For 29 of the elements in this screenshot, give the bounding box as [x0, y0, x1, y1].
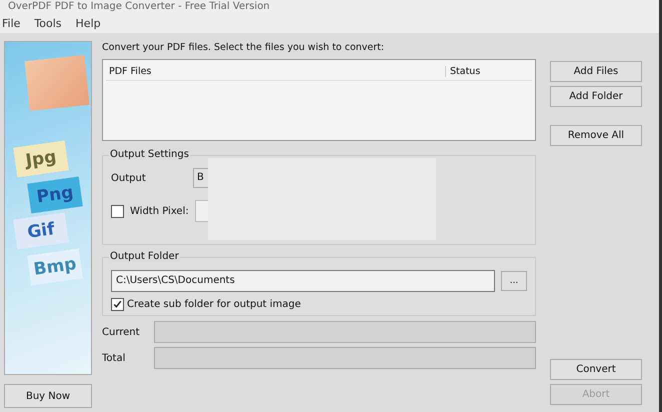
width-pixel-label: Width Pixel: — [130, 206, 189, 216]
progress-label: Current — [102, 326, 141, 338]
pdf-document-icon — [24, 55, 90, 111]
progress-label: Total — [102, 352, 126, 364]
subfolder-checkbox[interactable] — [111, 298, 124, 311]
buy-now-button[interactable]: Buy Now — [4, 384, 92, 408]
action-button[interactable]: Convert — [550, 359, 642, 380]
format-label: Gif — [13, 212, 69, 250]
list-action-button[interactable]: Remove All — [550, 125, 642, 146]
group-title: Output Settings — [109, 149, 190, 160]
list-action-button[interactable]: Add Folder — [550, 86, 642, 107]
format-label: Jpg — [13, 140, 69, 178]
file-list[interactable]: PDF Files Status — [102, 59, 536, 141]
instruction-text: Convert your PDF files. Select the files you wish to convert: — [102, 41, 386, 55]
browse-button[interactable]: ... — [501, 271, 527, 291]
menu-item[interactable]: File — [2, 16, 20, 30]
column-header[interactable]: Status — [445, 66, 532, 76]
window-title: OverPDF PDF to Image Converter - Free Trial Version — [8, 0, 270, 12]
width-pixel-checkbox[interactable] — [111, 204, 124, 218]
format-label: Png — [27, 176, 83, 214]
column-header[interactable]: PDF Files — [106, 66, 445, 76]
format-label: Bmp — [27, 248, 83, 286]
menu-item[interactable]: Tools — [34, 16, 62, 30]
menu-item[interactable]: Help — [76, 16, 101, 30]
group-title: Output Folder — [109, 251, 180, 262]
output-path-field[interactable]: C:\Users\CS\Documents — [111, 270, 495, 292]
list-action-button[interactable]: Add Files — [550, 61, 642, 82]
output-label: Output — [111, 172, 147, 184]
subfolder-label: Create sub folder for output image — [127, 299, 301, 310]
